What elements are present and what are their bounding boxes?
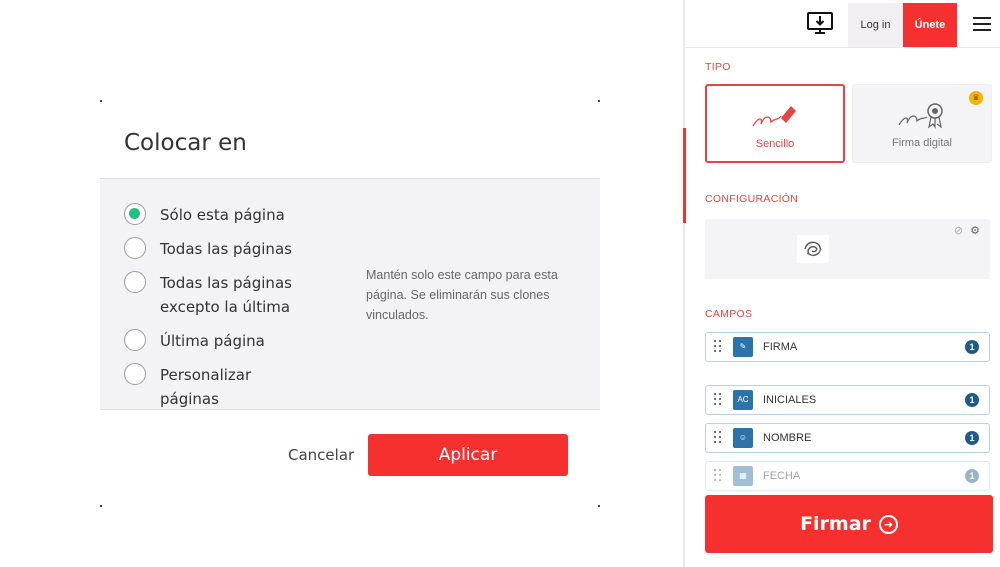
signature-field-icon: ✎ <box>733 337 753 357</box>
option-label: Sólo esta página <box>160 206 285 224</box>
option-label: Personalizar páginas <box>160 366 252 408</box>
type-simple-label: Sencillo <box>755 138 795 150</box>
field-name: FECHA <box>763 470 801 482</box>
field-count-badge: 1 <box>965 340 979 354</box>
radio-all-pages[interactable] <box>124 237 146 259</box>
option-label: Todas las páginas excepto la última <box>160 274 292 316</box>
dialog-corner-mark <box>100 505 102 507</box>
option-all-except-last[interactable]: Todas las páginas excepto la última <box>124 271 310 319</box>
drag-handle-icon[interactable] <box>714 469 722 483</box>
field-item-firma[interactable]: ✎ FIRMA 1 <box>705 332 990 362</box>
signing-panel: Log in Únete TIPO Sencillo ♛ Firma digit… <box>683 0 1000 567</box>
arrow-right-circle-icon: ➜ <box>878 515 898 534</box>
option-label: Todas las páginas <box>160 240 292 258</box>
radio-last-page[interactable] <box>124 329 146 351</box>
field-name: NOMBRE <box>763 432 812 444</box>
section-tipo-label: TIPO <box>705 61 731 73</box>
field-count-badge: 1 <box>965 469 979 483</box>
section-config-label: CONFIGURACIÓN <box>705 193 799 205</box>
type-digital-label: Firma digital <box>892 137 952 149</box>
option-last-page[interactable]: Última página <box>124 329 310 353</box>
radio-all-except-last[interactable] <box>124 271 146 293</box>
field-count-badge: 1 <box>965 393 979 407</box>
field-count-badge: 1 <box>965 431 979 445</box>
gear-icon[interactable]: ⚙ <box>970 225 980 237</box>
initials-field-icon: AC <box>733 390 753 410</box>
section-campos-label: CAMPOS <box>705 308 753 320</box>
placement-options: Sólo esta página Todas las páginas Todas… <box>124 203 310 421</box>
dialog-body: Sólo esta página Todas las páginas Todas… <box>100 178 600 410</box>
dialog-corner-mark <box>100 100 102 102</box>
join-button[interactable]: Únete <box>903 3 957 47</box>
signature-config-box[interactable]: ⊘ ⚙ <box>705 219 990 279</box>
field-item-nombre[interactable]: ☺ NOMBRE 1 <box>705 423 990 453</box>
field-name: INICIALES <box>763 394 817 406</box>
dialog-title: Colocar en <box>124 130 247 156</box>
panel-scroll-accent <box>683 128 686 223</box>
sign-button-label: Firmar <box>800 513 871 535</box>
drag-handle-icon[interactable] <box>714 393 722 407</box>
place-in-dialog: Colocar en Sólo esta página Todas las pá… <box>100 100 600 507</box>
apply-button[interactable]: Aplicar <box>368 434 568 476</box>
premium-crown-icon: ♛ <box>969 91 983 105</box>
option-hint-text: Mantén solo este campo para esta página.… <box>366 268 558 322</box>
pen-signature-icon <box>751 104 799 135</box>
certificate-signature-icon <box>897 101 947 134</box>
drag-handle-icon[interactable] <box>714 340 722 354</box>
desktop-download-icon[interactable] <box>807 12 833 41</box>
dialog-corner-mark <box>598 100 600 102</box>
type-digital-card[interactable]: ♛ Firma digital <box>852 84 992 163</box>
option-this-page[interactable]: Sólo esta página <box>124 203 310 227</box>
option-custom-pages[interactable]: Personalizar páginas <box>124 363 310 411</box>
top-bar: Log in Únete <box>685 0 1000 48</box>
radio-this-page[interactable] <box>124 203 146 225</box>
cancel-button[interactable]: Cancelar <box>288 446 354 464</box>
field-item-iniciales[interactable]: AC INICIALES 1 <box>705 385 990 415</box>
field-name: FIRMA <box>763 341 798 353</box>
date-field-icon: ▦ <box>733 466 753 486</box>
hamburger-menu-icon[interactable] <box>973 17 991 35</box>
drag-handle-icon[interactable] <box>714 431 722 445</box>
eraser-icon[interactable]: ⊘ <box>954 225 963 237</box>
name-field-icon: ☺ <box>733 428 753 448</box>
login-button[interactable]: Log in <box>848 3 903 47</box>
signature-preview[interactable] <box>797 235 829 263</box>
dialog-corner-mark <box>598 505 600 507</box>
sign-button[interactable]: Firmar ➜ <box>705 495 993 553</box>
radio-custom-pages[interactable] <box>124 363 146 385</box>
option-label: Última página <box>160 332 265 350</box>
option-all-pages[interactable]: Todas las páginas <box>124 237 310 261</box>
field-item-fecha[interactable]: ▦ FECHA 1 <box>705 461 990 491</box>
config-actions: ⊘ ⚙ <box>954 224 980 237</box>
type-simple-card[interactable]: Sencillo <box>705 84 845 163</box>
